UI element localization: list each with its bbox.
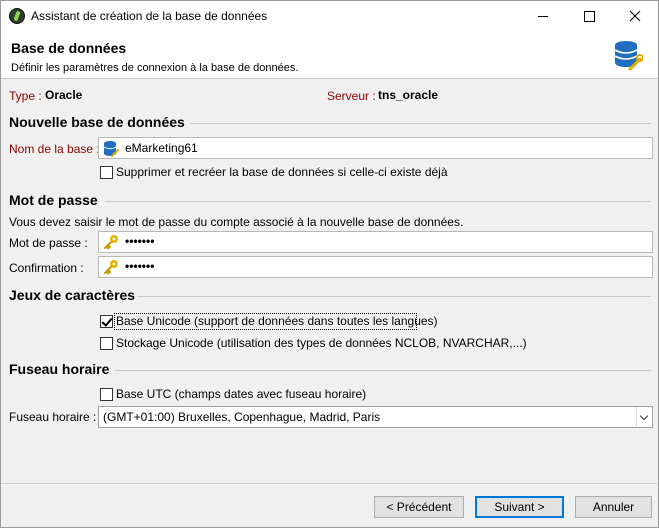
section-divider — [137, 296, 651, 297]
key-icon — [104, 235, 118, 250]
close-button[interactable] — [612, 1, 658, 31]
database-icon — [103, 141, 119, 157]
wizard-footer: < Précédent Suivant > Annuler — [1, 483, 658, 527]
section-charsets: Jeux de caractères — [9, 287, 136, 303]
db-name-value: eMarketing61 — [125, 141, 198, 155]
utc-label[interactable]: Base UTC (champs dates avec fuseau horai… — [116, 387, 366, 401]
password-instruction: Vous devez saisir le mot de passe du com… — [9, 215, 464, 229]
storage-unicode-checkbox[interactable] — [100, 337, 113, 350]
key-icon — [104, 260, 118, 275]
utc-checkbox[interactable] — [100, 388, 113, 401]
app-logo-icon — [9, 8, 25, 24]
password-field[interactable]: ••••••• — [98, 231, 653, 253]
cancel-button[interactable]: Annuler — [575, 496, 652, 518]
db-name-label: Nom de la base : — [9, 142, 100, 156]
server-value: tns_oracle — [378, 88, 439, 102]
section-password: Mot de passe — [9, 192, 98, 208]
recreate-label[interactable]: Supprimer et recréer la base de données … — [116, 165, 448, 179]
timezone-selected-value: (GMT+01:00) Bruxelles, Copenhague, Madri… — [103, 410, 381, 424]
db-name-field[interactable]: eMarketing61 — [98, 137, 653, 159]
window-title: Assistant de création de la base de donn… — [31, 9, 268, 23]
database-wrench-icon — [614, 41, 643, 71]
section-divider — [105, 201, 651, 202]
server-label: Serveur : — [327, 89, 376, 103]
unicode-checkbox[interactable] — [100, 315, 113, 328]
recreate-checkbox[interactable] — [100, 166, 113, 179]
unicode-label[interactable]: Base Unicode (support de données dans to… — [116, 314, 438, 328]
confirm-field[interactable]: ••••••• — [98, 256, 653, 278]
storage-unicode-label[interactable]: Stockage Unicode (utilisation des types … — [116, 336, 527, 350]
wizard-content: Type : Oracle Serveur : tns_oracle Nouve… — [1, 80, 658, 483]
wizard-header: Base de données Définir les paramètres d… — [1, 31, 658, 79]
close-icon — [629, 10, 641, 22]
type-label: Type : — [9, 89, 42, 103]
section-new-database: Nouvelle base de données — [9, 114, 185, 130]
password-label: Mot de passe : — [9, 236, 88, 250]
maximize-button[interactable] — [566, 1, 612, 31]
confirm-label: Confirmation : — [9, 261, 84, 275]
section-divider — [115, 370, 651, 371]
timezone-select[interactable]: (GMT+01:00) Bruxelles, Copenhague, Madri… — [98, 406, 653, 428]
timezone-label: Fuseau horaire : — [9, 410, 97, 424]
section-timezone: Fuseau horaire — [9, 361, 110, 377]
confirm-value: ••••••• — [125, 259, 155, 273]
section-divider — [190, 123, 651, 124]
wizard-window: Assistant de création de la base de donn… — [0, 0, 659, 528]
header-subtitle: Définir les paramètres de connexion à la… — [11, 62, 299, 74]
title-bar: Assistant de création de la base de donn… — [1, 1, 658, 31]
chevron-down-icon[interactable] — [636, 407, 652, 427]
next-button[interactable]: Suivant > — [475, 496, 564, 518]
previous-button[interactable]: < Précédent — [374, 496, 464, 518]
minimize-button[interactable] — [520, 1, 566, 31]
password-value: ••••••• — [125, 234, 155, 248]
header-title: Base de données — [11, 40, 127, 56]
type-value: Oracle — [45, 88, 83, 102]
